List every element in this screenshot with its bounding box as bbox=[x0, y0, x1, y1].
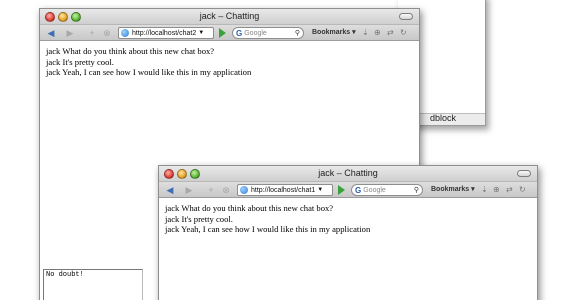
message-text: What do you think about this new chat bo… bbox=[62, 46, 215, 56]
reload-icon[interactable]: ↻ bbox=[519, 185, 526, 194]
message-text: It's pretty cool. bbox=[181, 213, 233, 224]
chat-message: jack Yeah, I can see how I would like th… bbox=[165, 224, 531, 235]
download-icon[interactable]: ⇣ bbox=[362, 28, 369, 37]
toolbar-toggle-button[interactable] bbox=[517, 170, 531, 177]
search-icon[interactable]: ⚲ bbox=[295, 29, 300, 37]
download-icon[interactable]: ⇣ bbox=[481, 185, 488, 194]
globe-icon bbox=[240, 186, 248, 194]
window-title: jack – Chatting bbox=[199, 11, 260, 21]
window-titlebar[interactable]: jack – Chatting bbox=[159, 166, 537, 182]
forward-arrow-icon[interactable]: ▶ bbox=[183, 184, 195, 196]
stop-icon[interactable]: ⊗ bbox=[221, 184, 231, 196]
add-icon[interactable]: + bbox=[87, 27, 97, 39]
chat-message: jack It's pretty cool. bbox=[46, 57, 413, 68]
message-user: jack bbox=[46, 56, 61, 67]
url-text: http://localhost/chat2 bbox=[132, 29, 197, 37]
message-text: What do you think about this new chat bo… bbox=[181, 203, 334, 213]
lock-icon[interactable]: ⊕ bbox=[493, 185, 500, 194]
message-user: jack bbox=[165, 224, 180, 234]
stop-icon[interactable]: ⊗ bbox=[102, 27, 112, 39]
window-title: jack – Chatting bbox=[318, 168, 378, 178]
chevron-down-icon[interactable]: ▼ bbox=[317, 187, 323, 193]
chat-message: jack Yeah, I can see how I would like th… bbox=[46, 67, 413, 78]
background-window-label: dblock bbox=[430, 113, 457, 123]
chat-input[interactable]: No doubt! bbox=[43, 269, 143, 300]
bookmarks-menu[interactable]: Bookmarks ▾ bbox=[431, 185, 475, 193]
add-icon[interactable]: + bbox=[206, 184, 216, 196]
chat-message: jack What do you think about this new ch… bbox=[46, 46, 413, 57]
url-bar[interactable]: http://localhost/chat2 ▼ bbox=[118, 27, 214, 39]
message-user: jack bbox=[165, 213, 180, 224]
back-arrow-icon[interactable]: ◀ bbox=[45, 27, 57, 39]
globe-icon bbox=[121, 29, 129, 37]
browser-toolbar: ◀ ▶ + ⊗ http://localhost/chat2 ▼ G Googl… bbox=[40, 25, 419, 41]
go-icon[interactable] bbox=[338, 185, 345, 195]
url-bar[interactable]: http://localhost/chat1 ▼ bbox=[237, 184, 333, 196]
reload-icon[interactable]: ↻ bbox=[400, 28, 407, 37]
toolbar-toggle-button[interactable] bbox=[399, 13, 413, 20]
lock-icon[interactable]: ⊕ bbox=[374, 28, 381, 37]
message-text: It's pretty cool. bbox=[62, 56, 114, 67]
window-titlebar[interactable]: jack – Chatting bbox=[40, 9, 419, 25]
feed-icon[interactable]: ⇄ bbox=[506, 185, 513, 194]
chat-window-1: jack – Chatting ◀ ▶ + ⊗ http://localhost… bbox=[158, 165, 538, 300]
browser-toolbar: ◀ ▶ + ⊗ http://localhost/chat1 ▼ G Googl… bbox=[159, 182, 537, 198]
search-input[interactable]: G Google ⚲ bbox=[232, 27, 304, 39]
search-input[interactable]: G Google ⚲ bbox=[351, 184, 423, 196]
message-user: jack bbox=[46, 46, 61, 56]
chat-message: jack It's pretty cool. bbox=[165, 214, 531, 225]
forward-arrow-icon[interactable]: ▶ bbox=[64, 27, 76, 39]
google-icon: G bbox=[355, 185, 362, 195]
search-placeholder: Google bbox=[244, 29, 267, 37]
url-text: http://localhost/chat1 bbox=[251, 186, 316, 194]
google-icon: G bbox=[236, 28, 243, 38]
search-icon[interactable]: ⚲ bbox=[414, 186, 419, 194]
message-user: jack bbox=[46, 67, 61, 77]
feed-icon[interactable]: ⇄ bbox=[387, 28, 394, 37]
chevron-down-icon[interactable]: ▼ bbox=[198, 30, 204, 36]
message-user: jack bbox=[165, 203, 180, 213]
chat-messages: jack What do you think about this new ch… bbox=[40, 41, 419, 83]
message-text: Yeah, I can see how I would like this in… bbox=[181, 224, 371, 234]
chat-message: jack What do you think about this new ch… bbox=[165, 203, 531, 214]
chat-messages: jack What do you think about this new ch… bbox=[159, 198, 537, 240]
bookmarks-menu[interactable]: Bookmarks ▾ bbox=[312, 28, 356, 36]
back-arrow-icon[interactable]: ◀ bbox=[164, 184, 176, 196]
search-placeholder: Google bbox=[363, 186, 386, 194]
message-text: Yeah, I can see how I would like this in… bbox=[62, 67, 252, 77]
go-icon[interactable] bbox=[219, 28, 226, 38]
